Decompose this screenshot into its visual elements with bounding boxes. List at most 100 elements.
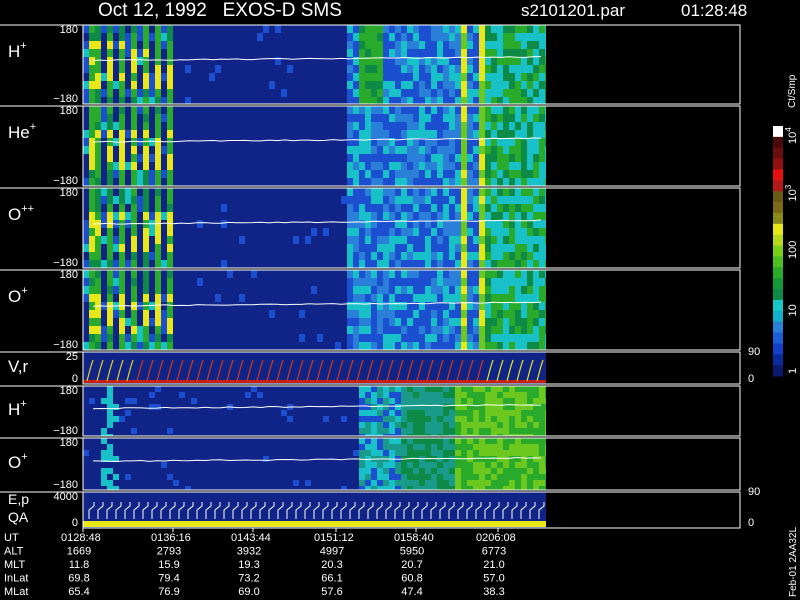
heat-cell	[389, 416, 395, 422]
heat-cell	[419, 444, 425, 450]
heat-cell	[467, 89, 473, 97]
heat-cell	[347, 236, 353, 244]
heat-cell	[533, 57, 539, 65]
heat-cell	[155, 33, 161, 41]
heat-cell	[407, 474, 413, 480]
heat-cell	[497, 416, 503, 422]
heat-cell	[467, 196, 473, 204]
heat-cell	[515, 398, 521, 404]
heat-cell	[473, 416, 479, 422]
y-tick-bottom: −180	[53, 425, 78, 437]
heat-cell	[383, 106, 389, 114]
heat-cell	[485, 130, 491, 138]
heat-cell	[383, 212, 389, 220]
heat-cell	[497, 398, 503, 404]
heat-cell	[413, 170, 419, 178]
heat-cell	[413, 260, 419, 268]
heat-cell	[161, 114, 167, 122]
heat-cell	[365, 404, 371, 410]
colorbar-tick-exp: 3	[784, 184, 793, 189]
heat-cell	[383, 416, 389, 422]
heat-cell	[419, 33, 425, 41]
heat-cell	[347, 106, 353, 114]
heat-cell	[539, 196, 545, 204]
heat-cell	[533, 480, 539, 486]
heat-cell	[527, 73, 533, 81]
heat-cell	[365, 73, 371, 81]
heat-cell	[353, 188, 359, 196]
heat-cell	[407, 122, 413, 130]
heat-cell	[239, 236, 245, 244]
heat-cell	[479, 342, 485, 350]
heat-cell	[125, 33, 131, 41]
heat-cell	[473, 438, 479, 444]
heat-cell	[497, 49, 503, 57]
heat-cell	[503, 41, 509, 49]
footer-row-name: UT	[4, 532, 19, 544]
heat-cell	[455, 334, 461, 342]
heat-cell	[395, 410, 401, 416]
heat-cell	[371, 170, 377, 178]
colorbar-tick-exp: 4	[784, 127, 793, 132]
heat-cell	[467, 114, 473, 122]
heat-cell	[83, 25, 89, 33]
heat-cell	[473, 154, 479, 162]
heat-cell	[155, 244, 161, 252]
heat-cell	[485, 81, 491, 89]
heat-cell	[437, 480, 443, 486]
heat-cell	[107, 73, 113, 81]
heat-cell	[341, 416, 347, 422]
heat-cell	[149, 212, 155, 220]
heat-cell	[437, 162, 443, 170]
heat-cell	[497, 244, 503, 252]
heat-cell	[533, 236, 539, 244]
heat-cell	[521, 89, 527, 97]
heat-cell	[383, 444, 389, 450]
heat-cell	[509, 486, 515, 490]
heat-cell	[479, 170, 485, 178]
heat-cell	[119, 162, 125, 170]
heat-cell	[155, 65, 161, 73]
heat-cell	[107, 318, 113, 326]
heat-cell	[383, 480, 389, 486]
heat-cell	[473, 410, 479, 416]
heat-cell	[401, 260, 407, 268]
heat-cell	[359, 486, 365, 490]
heat-cell	[521, 178, 527, 186]
heat-cell	[479, 294, 485, 302]
heat-cell	[377, 260, 383, 268]
heat-cell	[413, 212, 419, 220]
heat-cell	[137, 49, 143, 57]
heat-cell	[383, 146, 389, 154]
heat-cell	[437, 81, 443, 89]
heat-cell	[395, 486, 401, 490]
heat-cell	[125, 89, 131, 97]
heat-cell	[167, 170, 173, 178]
heat-cell	[347, 65, 353, 73]
heat-cell	[503, 302, 509, 310]
y-tick-bottom: −180	[53, 257, 78, 269]
heat-cell	[419, 318, 425, 326]
heat-cell	[521, 486, 527, 490]
heat-cell	[401, 416, 407, 422]
heat-cell	[383, 204, 389, 212]
heat-cell	[137, 89, 143, 97]
heat-cell	[497, 386, 503, 392]
heat-cell	[497, 138, 503, 146]
heat-cell	[515, 204, 521, 212]
heat-cell	[167, 162, 173, 170]
heat-cell	[509, 138, 515, 146]
heat-cell	[437, 73, 443, 81]
heat-cell	[359, 318, 365, 326]
heat-cell	[437, 310, 443, 318]
heat-cell	[533, 456, 539, 462]
heat-cell	[131, 204, 137, 212]
empty-region	[546, 492, 740, 528]
heat-cell	[383, 486, 389, 490]
heat-cell	[437, 318, 443, 326]
heat-cell	[455, 154, 461, 162]
heat-cell	[473, 450, 479, 456]
heat-cell	[491, 456, 497, 462]
footer-stamp: Feb-01 2AA32L	[788, 527, 799, 597]
heat-cell	[503, 130, 509, 138]
